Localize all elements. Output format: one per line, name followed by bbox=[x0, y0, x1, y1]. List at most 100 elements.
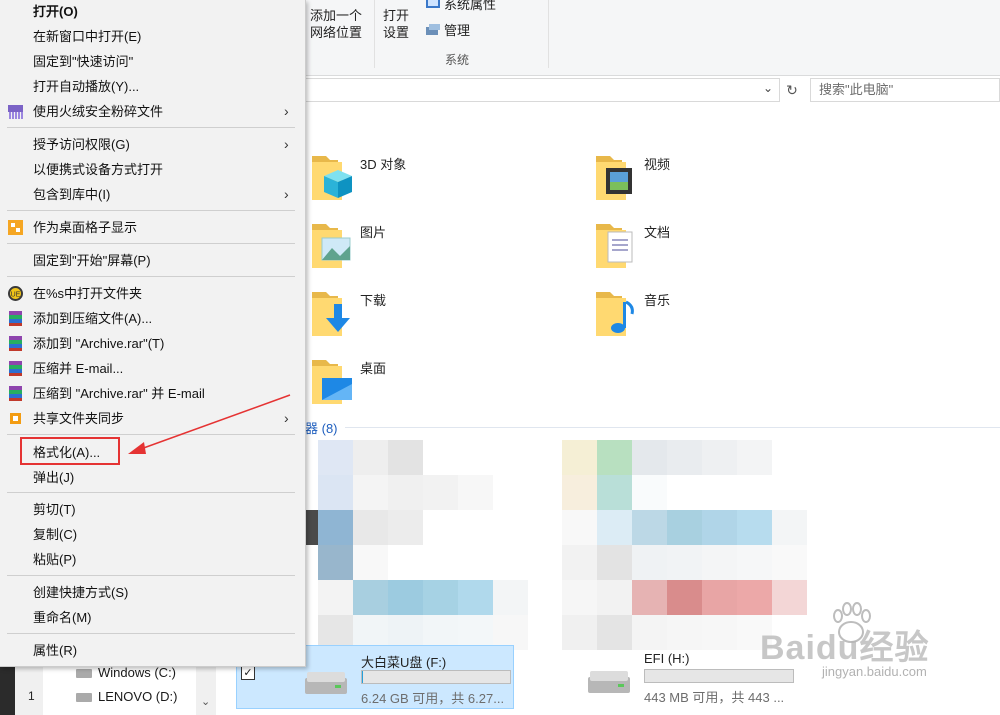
menu-item-pin-quick-access[interactable]: 固定到"快速访问" bbox=[0, 49, 304, 74]
open-settings-label-2: 设置 bbox=[383, 25, 410, 40]
menu-item-add-archive-rar[interactable]: 添加到 "Archive.rar"(T) bbox=[0, 331, 304, 356]
menu-label: 粘贴(P) bbox=[33, 552, 77, 567]
folder-label: 音乐 bbox=[644, 293, 671, 308]
menu-item-include-library[interactable]: 包含到库中(I) › bbox=[0, 182, 304, 207]
svg-text:UE: UE bbox=[11, 292, 21, 299]
menu-item-pin-start[interactable]: 固定到"开始"屏幕(P) bbox=[0, 248, 304, 273]
menu-item-open-portable[interactable]: 以便携式设备方式打开 bbox=[0, 157, 304, 182]
blurred-device-icons-left bbox=[300, 440, 530, 650]
menu-item-compress-email[interactable]: 压缩并 E-mail... bbox=[0, 356, 304, 381]
drive-h[interactable]: EFI (H:) 443 MB 可用，共 443 ... bbox=[520, 645, 800, 709]
navigation-pane: 1 Windows (C:) LENOVO (D:) ⌄ bbox=[0, 660, 218, 715]
menu-item-rename[interactable]: 重命名(M) bbox=[0, 605, 304, 630]
system-properties-icon bbox=[425, 0, 441, 11]
folder-desktop[interactable]: 桌面 bbox=[310, 354, 560, 410]
drive-free-space: 6.24 GB 可用，共 6.27... bbox=[361, 691, 505, 706]
menu-label: 打开(O) bbox=[33, 4, 78, 19]
menu-item-eject[interactable]: 弹出(J) bbox=[0, 465, 304, 490]
menu-item-cut[interactable]: 剪切(T) bbox=[0, 497, 304, 522]
menu-separator bbox=[7, 633, 295, 634]
menu-label: 添加到 "Archive.rar"(T) bbox=[33, 336, 165, 351]
drive-checkbox[interactable]: ✓ bbox=[241, 666, 255, 680]
menu-label: 以便携式设备方式打开 bbox=[33, 162, 164, 177]
open-settings-button[interactable]: 打开 设置 bbox=[383, 7, 409, 41]
chevron-down-icon[interactable]: ⌄ bbox=[763, 81, 773, 95]
menu-item-copy[interactable]: 复制(C) bbox=[0, 522, 304, 547]
address-bar[interactable]: ⌄ bbox=[300, 78, 780, 102]
menu-item-huorong-shred[interactable]: 使用火绒安全粉碎文件 › bbox=[0, 99, 304, 124]
menu-item-paste[interactable]: 粘贴(P) bbox=[0, 547, 304, 572]
menu-item-desktop-grid[interactable]: 作为桌面格子显示 bbox=[0, 215, 304, 240]
menu-item-give-access[interactable]: 授予访问权限(G) › bbox=[0, 132, 304, 157]
nav-item-label: Windows (C:) bbox=[98, 665, 177, 680]
winrar-icon bbox=[9, 386, 22, 401]
manage-button[interactable]: 管理 bbox=[425, 22, 470, 39]
music-folder-icon bbox=[596, 292, 634, 336]
share-sync-icon bbox=[10, 413, 21, 424]
videos-folder-icon bbox=[596, 156, 632, 200]
menu-item-create-shortcut[interactable]: 创建快捷方式(S) bbox=[0, 580, 304, 605]
menu-item-open[interactable]: 打开(O) bbox=[0, 0, 304, 24]
watermark-brand: Baidu经验 bbox=[760, 629, 930, 667]
usb-drive-icon bbox=[305, 672, 347, 694]
menu-item-add-archive[interactable]: 添加到压缩文件(A)... bbox=[0, 306, 304, 331]
menu-separator bbox=[7, 276, 295, 277]
add-network-label-1: 添加一个 bbox=[310, 8, 363, 23]
ribbon-group-system-label: 系统 bbox=[445, 53, 470, 67]
folder-music[interactable]: 音乐 bbox=[594, 286, 844, 342]
menu-label: 弹出(J) bbox=[33, 470, 75, 485]
menu-label: 使用火绒安全粉碎文件 bbox=[33, 104, 164, 119]
baidu-watermark: Baidu经验 jingyan.baidu.com bbox=[760, 600, 1000, 700]
downloads-folder-icon bbox=[312, 292, 350, 336]
folder-videos[interactable]: 视频 bbox=[594, 150, 844, 206]
menu-label: 复制(C) bbox=[33, 527, 78, 542]
drive-usage-bar bbox=[361, 670, 511, 684]
context-menu: 打开(O) 在新窗口中打开(E) 固定到"快速访问" 打开自动播放(Y)... … bbox=[0, 0, 306, 667]
folder-3d-objects[interactable]: 3D 对象 bbox=[310, 150, 560, 206]
documents-folder-icon bbox=[596, 224, 633, 268]
menu-separator bbox=[7, 243, 295, 244]
folder-documents[interactable]: 文档 bbox=[594, 218, 844, 274]
open-settings-label-1: 打开 bbox=[383, 8, 410, 23]
folder-pictures[interactable]: 图片 bbox=[310, 218, 560, 274]
scroll-down-icon[interactable]: ⌄ bbox=[201, 695, 210, 708]
shredder-icon bbox=[8, 105, 23, 119]
menu-item-open-in-s[interactable]: UE 在%s中打开文件夹 bbox=[0, 281, 304, 306]
menu-label: 固定到"开始"屏幕(P) bbox=[33, 253, 151, 268]
menu-label: 属性(R) bbox=[33, 643, 78, 658]
menu-item-properties[interactable]: 属性(R) bbox=[0, 638, 304, 663]
3d-objects-folder-icon bbox=[312, 156, 352, 200]
folder-label: 下载 bbox=[360, 293, 387, 308]
add-network-label-2: 网络位置 bbox=[310, 25, 363, 40]
section-divider bbox=[345, 427, 1000, 428]
menu-label: 重命名(M) bbox=[33, 610, 92, 625]
submenu-arrow-icon: › bbox=[284, 186, 289, 202]
system-properties-button[interactable]: 系统属性 bbox=[425, 0, 496, 13]
submenu-arrow-icon: › bbox=[284, 136, 289, 152]
nav-item-label: LENOVO (D:) bbox=[98, 689, 178, 704]
refresh-icon[interactable]: ↻ bbox=[782, 79, 802, 101]
row-number: 1 bbox=[28, 689, 35, 703]
manage-label: 管理 bbox=[444, 23, 471, 38]
search-input[interactable]: 搜索"此电脑" bbox=[810, 78, 1000, 102]
menu-label: 共享文件夹同步 bbox=[33, 411, 125, 426]
system-properties-label: 系统属性 bbox=[444, 0, 497, 12]
add-network-location-button[interactable]: 添加一个 网络位置 bbox=[310, 7, 362, 41]
drive-icon bbox=[76, 669, 92, 678]
menu-item-open-autoplay[interactable]: 打开自动播放(Y)... bbox=[0, 74, 304, 99]
folder-label: 图片 bbox=[360, 225, 387, 240]
drive-icon bbox=[588, 671, 630, 693]
menu-item-open-new-window[interactable]: 在新窗口中打开(E) bbox=[0, 24, 304, 49]
menu-label: 在%s中打开文件夹 bbox=[33, 286, 143, 301]
folder-label: 视频 bbox=[644, 157, 671, 172]
folder-label: 文档 bbox=[644, 225, 671, 240]
folder-downloads[interactable]: 下载 bbox=[310, 286, 560, 342]
winrar-icon bbox=[9, 361, 22, 376]
annotation-arrow bbox=[128, 394, 291, 454]
pictures-folder-icon bbox=[312, 224, 351, 268]
folder-label: 3D 对象 bbox=[360, 157, 407, 172]
submenu-arrow-icon: › bbox=[284, 103, 289, 119]
nav-scrollbar[interactable]: ⌄ bbox=[196, 661, 216, 715]
devices-section-header[interactable]: 器 (8) bbox=[305, 418, 338, 437]
drive-icon bbox=[76, 693, 92, 702]
